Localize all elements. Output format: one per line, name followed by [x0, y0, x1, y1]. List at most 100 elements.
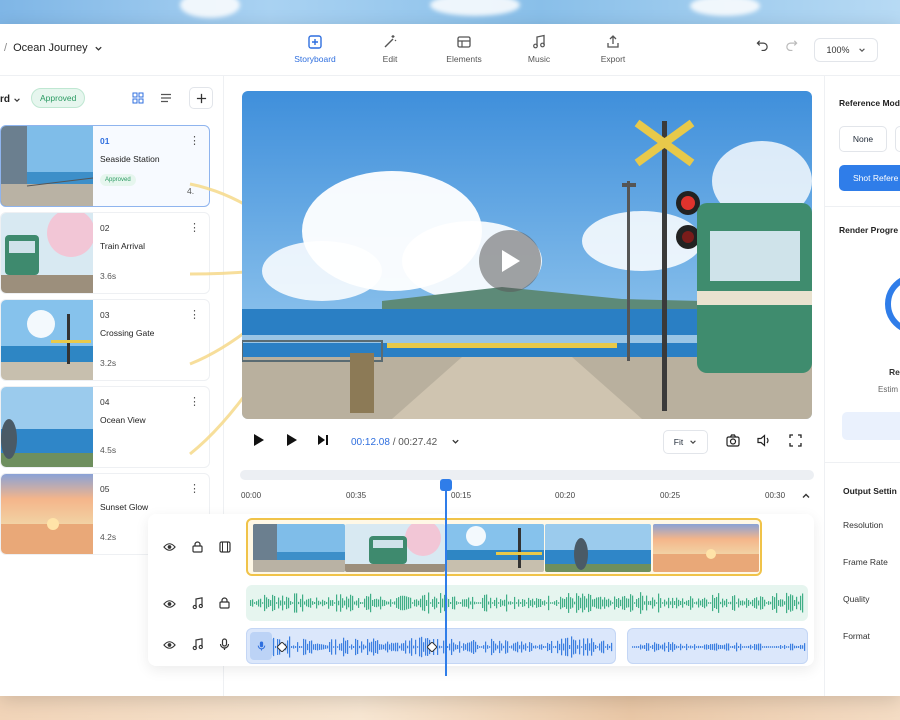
export-icon: [607, 35, 619, 48]
microphone-icon: [219, 638, 230, 650]
fullscreen-button[interactable]: [789, 434, 802, 450]
ruler-tick: 00:00: [241, 491, 262, 500]
list-view-button[interactable]: [154, 87, 178, 109]
shot-duration: 4.5s: [100, 445, 117, 455]
visibility-toggle[interactable]: [163, 542, 176, 555]
shot-duration: 3.6s: [100, 271, 117, 281]
tab-label: Storyboard: [294, 54, 336, 64]
chevron-down-icon: [858, 48, 865, 52]
playhead-handle[interactable]: [440, 479, 452, 491]
shot-card[interactable]: 02 Train Arrival 3.6s ⋮: [0, 212, 210, 294]
grid-icon: [132, 92, 144, 104]
shot-approved-badge: Approved: [100, 174, 136, 186]
shot-name: Seaside Station: [100, 154, 160, 164]
shot-name: Train Arrival: [100, 241, 146, 251]
play-icon: [502, 250, 520, 272]
redo-button[interactable]: [785, 38, 798, 54]
music-note-icon: [192, 597, 203, 610]
chevron-down-icon: [14, 97, 20, 102]
video-clip[interactable]: [345, 524, 445, 572]
mic-marker[interactable]: [250, 632, 272, 660]
add-shot-button[interactable]: [189, 87, 213, 109]
shot-number: 03: [100, 310, 110, 320]
audio-track-settings[interactable]: [192, 638, 203, 654]
tab-label: Edit: [382, 54, 398, 64]
lock-toggle[interactable]: [192, 541, 203, 556]
zoom-select[interactable]: 100%: [814, 38, 878, 62]
more-options-icon[interactable]: ⋮: [189, 482, 200, 495]
more-options-icon[interactable]: ⋮: [189, 395, 200, 408]
bottom-scene-background: [0, 694, 900, 720]
more-options-icon[interactable]: ⋮: [189, 134, 200, 147]
step-forward-button[interactable]: [286, 434, 298, 449]
video-clip[interactable]: [545, 524, 651, 572]
tab-elements[interactable]: Elements: [429, 34, 499, 64]
play-button[interactable]: [479, 230, 541, 292]
inspector-panel: Reference Mod None Shot Refere Render Pr…: [824, 76, 900, 696]
lock-toggle[interactable]: [219, 597, 230, 612]
volume-icon: [757, 434, 769, 447]
keyframe-icon[interactable]: [276, 639, 288, 657]
scrub-bar[interactable]: [240, 470, 814, 480]
shot-number: 05: [100, 484, 110, 494]
video-clip[interactable]: [653, 524, 759, 572]
video-track[interactable]: [246, 518, 762, 576]
shot-number: 02: [100, 223, 110, 233]
redo-icon: [786, 40, 798, 52]
breadcrumb-separator: /: [4, 42, 8, 54]
music-track-settings[interactable]: [192, 597, 203, 613]
grid-view-button[interactable]: [126, 87, 150, 109]
more-options-icon[interactable]: ⋮: [189, 308, 200, 321]
eye-icon: [163, 543, 176, 551]
fit-select[interactable]: Fit: [663, 430, 708, 454]
undo-button[interactable]: [756, 38, 769, 54]
play-pause-button[interactable]: [253, 434, 265, 449]
volume-button[interactable]: [757, 434, 771, 450]
more-options-icon[interactable]: ⋮: [189, 221, 200, 234]
playback-time: 00:12.08 / 00:27.42: [351, 437, 437, 448]
voice-clip[interactable]: [627, 628, 808, 664]
visibility-toggle[interactable]: [163, 640, 176, 653]
shot-number: 01: [100, 136, 110, 146]
project-selector[interactable]: / Ocean Journey: [4, 42, 103, 54]
app-window: / Ocean Journey Storyboard Edit Elements…: [0, 24, 900, 696]
reference-none-button[interactable]: None: [839, 126, 887, 152]
visibility-toggle[interactable]: [163, 599, 176, 612]
collapse-timeline-button[interactable]: [801, 490, 811, 504]
skip-end-button[interactable]: [317, 434, 329, 449]
shot-card[interactable]: 04 Ocean View 4.5s ⋮: [0, 386, 210, 468]
snapshot-button[interactable]: [726, 434, 740, 450]
shot-duration: 4.2s: [100, 532, 117, 542]
keyframe-icon[interactable]: [426, 639, 438, 657]
output-settings-heading: Output Settin: [843, 486, 897, 496]
playhead-line[interactable]: [445, 480, 447, 676]
reference-option-button[interactable]: [895, 126, 900, 152]
video-preview[interactable]: [242, 91, 812, 419]
music-track[interactable]: [246, 585, 808, 621]
setting-quality-label: Quality: [843, 594, 870, 604]
video-track-settings[interactable]: [219, 541, 231, 556]
render-action-button[interactable]: [842, 412, 900, 440]
chevron-down-icon: [95, 46, 102, 51]
shot-reference-button[interactable]: Shot Refere: [839, 165, 900, 191]
shot-duration: 3.2s: [100, 358, 117, 368]
shot-card[interactable]: 01 Seaside Station Approved 4. ⋮: [0, 125, 210, 207]
storyboard-title[interactable]: rd: [0, 94, 21, 105]
shot-card[interactable]: 03 Crossing Gate 3.2s ⋮: [0, 299, 210, 381]
chevron-up-icon: [802, 493, 810, 498]
tab-edit[interactable]: Edit: [355, 34, 425, 64]
shot-thumbnail: [1, 213, 93, 293]
video-clip[interactable]: [253, 524, 345, 572]
time-options-button[interactable]: [451, 435, 460, 449]
tab-music[interactable]: Music: [504, 34, 574, 64]
music-waveform: [250, 592, 804, 614]
shot-thumbnail: [1, 387, 93, 467]
tab-storyboard[interactable]: Storyboard: [280, 34, 350, 64]
video-clip[interactable]: [446, 524, 544, 572]
magic-wand-icon: [384, 35, 397, 48]
shot-name: Ocean View: [100, 415, 146, 425]
render-estimate: Estim: [878, 385, 898, 394]
tab-export[interactable]: Export: [578, 34, 648, 64]
microphone-toggle[interactable]: [219, 638, 230, 654]
undo-icon: [756, 40, 768, 52]
